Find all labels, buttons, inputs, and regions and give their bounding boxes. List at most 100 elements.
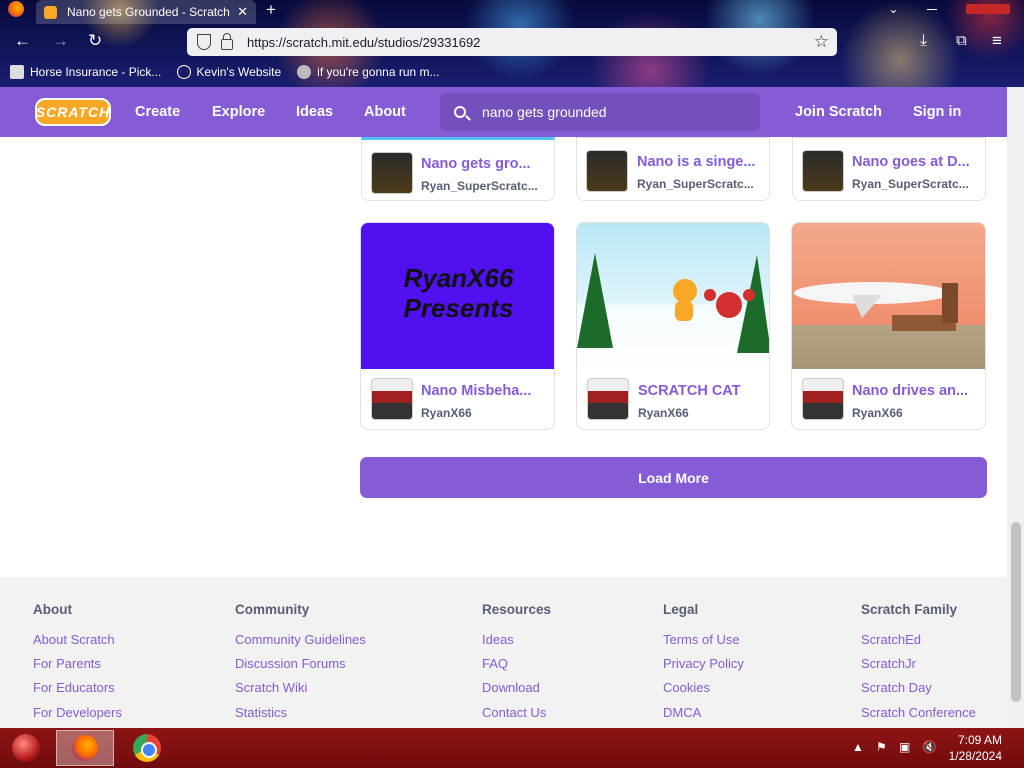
project-author[interactable]: Ryan_SuperScratc... <box>852 177 977 191</box>
project-title[interactable]: Nano gets gro... <box>421 156 546 172</box>
footer-link[interactable]: ScratchJr <box>861 656 916 671</box>
footer-link[interactable]: Discussion Forums <box>235 656 346 671</box>
action-center-flag-icon[interactable]: ⚑ <box>876 740 887 754</box>
back-icon[interactable]: ← <box>14 31 31 51</box>
bookmark-item[interactable]: if you're gonna run m... <box>297 65 440 79</box>
project-thumbnail[interactable] <box>577 223 769 369</box>
author-avatar[interactable] <box>802 150 844 192</box>
footer-link[interactable]: Scratch Day <box>861 680 932 695</box>
downloads-icon[interactable]: ⤓ <box>920 32 927 50</box>
firefox-menu-icon[interactable] <box>8 1 24 20</box>
clock-time: 7:09 AM <box>957 733 1002 747</box>
project-title[interactable]: Nano drives an... <box>852 383 977 399</box>
address-bar[interactable]: https://scratch.mit.edu/studios/29331692… <box>187 28 837 56</box>
search-input[interactable]: nano gets grounded <box>440 93 760 131</box>
footer-link[interactable]: Ideas <box>482 632 514 647</box>
network-icon[interactable]: ▣ <box>899 740 910 754</box>
project-title[interactable]: SCRATCH CAT <box>638 383 763 399</box>
footer-link[interactable]: For Educators <box>33 680 115 695</box>
search-value[interactable]: nano gets grounded <box>482 104 607 120</box>
footer-heading: Resources <box>482 602 552 617</box>
project-card[interactable]: Nano gets gro... Ryan_SuperScratc... <box>361 137 555 201</box>
project-card[interactable]: Nano is a singe... Ryan_SuperScratc... <box>576 137 770 201</box>
project-author[interactable]: Ryan_SuperScratc... <box>637 177 762 191</box>
project-card[interactable]: SCRATCH CAT RyanX66 <box>576 222 770 430</box>
footer-link[interactable]: Scratch Wiki <box>235 680 307 695</box>
taskbar-chrome[interactable] <box>122 730 172 766</box>
globe-icon <box>177 65 192 79</box>
project-title[interactable]: Nano goes at D... <box>852 154 977 170</box>
clock-date: 1/28/2024 <box>948 749 1002 763</box>
bookmarks-bar: Horse Insurance - Pick... Kevin's Websit… <box>0 62 600 82</box>
footer-link[interactable]: Scratch Conference <box>861 705 976 720</box>
bookmark-item[interactable]: Kevin's Website <box>177 65 281 79</box>
author-avatar[interactable] <box>587 378 629 420</box>
volume-muted-icon[interactable]: 🔇 <box>922 740 937 754</box>
project-card[interactable]: RyanX66 Presents Nano Misbeha... RyanX66 <box>360 222 555 430</box>
system-clock[interactable]: 7:09 AM 1/28/2024 <box>949 732 1002 764</box>
tracking-shield-icon[interactable] <box>197 34 211 50</box>
project-card[interactable]: Nano goes at D... Ryan_SuperScratc... <box>792 137 986 201</box>
extensions-icon[interactable]: ⧉ <box>956 32 967 49</box>
author-avatar[interactable] <box>586 150 628 192</box>
nav-create[interactable]: Create <box>135 104 180 120</box>
taskbar-firefox[interactable] <box>56 730 114 766</box>
footer-link[interactable]: For Developers <box>33 705 122 720</box>
tab-close-icon[interactable]: ✕ <box>237 4 248 20</box>
tab-active[interactable]: Nano gets Grounded - Scratch ✕ <box>36 0 256 24</box>
app-menu-icon[interactable]: ≡ <box>992 31 1002 51</box>
search-icon <box>454 106 466 118</box>
footer-link[interactable]: Community Guidelines <box>235 632 366 647</box>
footer-link[interactable]: For Parents <box>33 656 101 671</box>
project-card[interactable]: Nano drives an... RyanX66 <box>791 222 986 430</box>
project-title[interactable]: Nano Misbeha... <box>421 383 546 399</box>
project-title[interactable]: Nano is a singe... <box>637 154 762 170</box>
footer-link[interactable]: FAQ <box>482 656 508 671</box>
footer-link[interactable]: DMCA <box>663 705 701 720</box>
nav-explore[interactable]: Explore <box>212 104 265 120</box>
start-button[interactable] <box>8 730 44 766</box>
window-controls: ⌄ <box>874 0 1024 18</box>
bookmark-item[interactable]: Horse Insurance - Pick... <box>10 65 161 79</box>
url-text[interactable]: https://scratch.mit.edu/studios/29331692 <box>247 35 814 50</box>
author-avatar[interactable] <box>371 152 413 194</box>
footer-link[interactable]: ScratchEd <box>861 632 921 647</box>
bookmark-star-icon[interactable]: ☆ <box>814 32 829 52</box>
footer-link[interactable]: About Scratch <box>33 632 115 647</box>
new-tab-button[interactable]: + <box>266 0 276 20</box>
forward-icon[interactable]: → <box>52 31 69 51</box>
footer-link[interactable]: Download <box>482 680 540 695</box>
footer-heading: Community <box>235 602 310 617</box>
project-author[interactable]: RyanX66 <box>852 406 977 420</box>
project-author[interactable]: Ryan_SuperScratc... <box>421 179 546 193</box>
footer-link[interactable]: Cookies <box>663 680 710 695</box>
footer-link[interactable]: Statistics <box>235 705 287 720</box>
page-scrollbar[interactable] <box>1007 87 1024 728</box>
project-thumbnail[interactable] <box>792 223 985 369</box>
author-avatar[interactable] <box>371 378 413 420</box>
footer-link[interactable]: Contact Us <box>482 705 546 720</box>
join-scratch-link[interactable]: Join Scratch <box>795 104 882 120</box>
reload-icon[interactable]: ↻ <box>88 31 102 51</box>
footer-heading: About <box>33 602 72 617</box>
nav-ideas[interactable]: Ideas <box>296 104 333 120</box>
project-author[interactable]: RyanX66 <box>421 406 546 420</box>
sign-in-link[interactable]: Sign in <box>913 104 961 120</box>
lock-icon[interactable] <box>221 32 233 50</box>
footer-link[interactable]: Privacy Policy <box>663 656 744 671</box>
nav-about[interactable]: About <box>364 104 406 120</box>
author-avatar[interactable] <box>802 378 844 420</box>
tray-expand-icon[interactable]: ▲ <box>852 740 864 754</box>
load-more-button[interactable]: Load More <box>360 457 987 498</box>
scratch-cat-scene <box>577 253 769 353</box>
footer-heading: Scratch Family <box>861 602 958 617</box>
scrollbar-thumb[interactable] <box>1011 522 1021 702</box>
start-orb-icon <box>12 734 40 762</box>
scratch-logo[interactable]: SCRATCH <box>35 98 111 126</box>
close-window-icon[interactable] <box>965 4 1010 14</box>
minimize-icon[interactable] <box>927 8 938 10</box>
tab-list-icon[interactable]: ⌄ <box>888 2 898 16</box>
project-author[interactable]: RyanX66 <box>638 406 763 420</box>
project-thumbnail[interactable]: RyanX66 Presents <box>361 223 554 369</box>
footer-link[interactable]: Terms of Use <box>663 632 740 647</box>
